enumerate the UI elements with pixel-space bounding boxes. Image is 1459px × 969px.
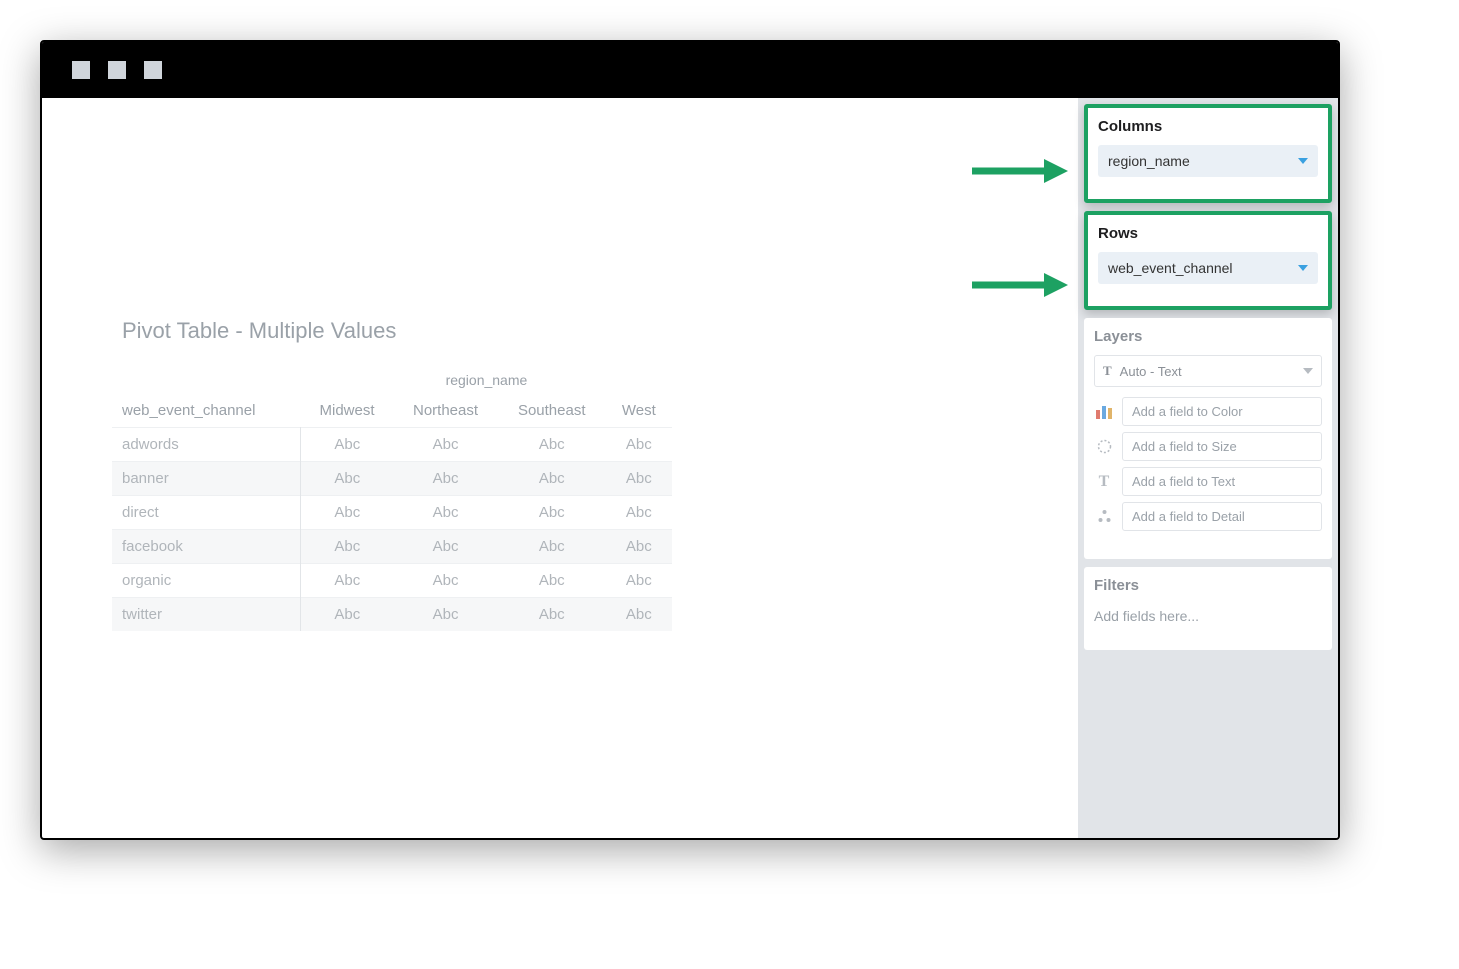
pivot-cell: Abc: [393, 496, 498, 530]
pivot-cell: Abc: [498, 462, 606, 496]
window-control-dot[interactable]: [72, 61, 90, 79]
pivot-cell: Abc: [301, 496, 393, 530]
columns-field-label: region_name: [1108, 153, 1190, 169]
pivot-cell: Abc: [606, 462, 672, 496]
pivot-row-header: organic: [112, 564, 301, 598]
columns-panel-title: Columns: [1098, 118, 1318, 135]
pivot-cell: Abc: [301, 564, 393, 598]
pivot-cell: Abc: [498, 598, 606, 632]
app-window: Pivot Table - Multiple Values region_nam…: [40, 40, 1340, 840]
table-row: bannerAbcAbcAbcAbc: [112, 462, 672, 496]
pivot-column-header: Northeast: [393, 394, 498, 428]
filters-panel: Filters Add fields here...: [1084, 567, 1332, 650]
color-bars-icon: [1094, 405, 1114, 419]
window-control-dot[interactable]: [144, 61, 162, 79]
chart-title: Pivot Table - Multiple Values: [122, 318, 1008, 344]
table-row: adwordsAbcAbcAbcAbc: [112, 428, 672, 462]
rows-field-pill[interactable]: web_event_channel: [1098, 252, 1318, 284]
pivot-cell: Abc: [498, 564, 606, 598]
pivot-cell: Abc: [606, 564, 672, 598]
window-control-dot[interactable]: [108, 61, 126, 79]
table-row: facebookAbcAbcAbcAbc: [112, 530, 672, 564]
pivot-cell: Abc: [606, 598, 672, 632]
layer-type-select[interactable]: T Auto - Text: [1094, 355, 1322, 387]
main-canvas: Pivot Table - Multiple Values region_nam…: [42, 98, 1078, 838]
pivot-cell: Abc: [498, 530, 606, 564]
pivot-cell: Abc: [498, 428, 606, 462]
pivot-row-header: facebook: [112, 530, 301, 564]
annotation-arrow-rows: [968, 270, 1068, 300]
color-field-slot[interactable]: Add a field to Color: [1122, 397, 1322, 426]
chevron-down-icon: [1303, 368, 1313, 374]
pivot-row-header: direct: [112, 496, 301, 530]
pivot-cell: Abc: [606, 530, 672, 564]
size-icon: [1094, 439, 1114, 454]
chevron-down-icon: [1298, 158, 1308, 164]
filters-panel-title: Filters: [1094, 577, 1322, 594]
annotation-arrow-columns: [968, 156, 1068, 186]
pivot-cell: Abc: [301, 462, 393, 496]
table-row: directAbcAbcAbcAbc: [112, 496, 672, 530]
pivot-column-header: Southeast: [498, 394, 606, 428]
pivot-row-field: web_event_channel: [112, 394, 301, 428]
columns-field-pill[interactable]: region_name: [1098, 145, 1318, 177]
table-row: twitterAbcAbcAbcAbc: [112, 598, 672, 632]
text-field-slot[interactable]: Add a field to Text: [1122, 467, 1322, 496]
detail-field-slot[interactable]: Add a field to Detail: [1122, 502, 1322, 531]
columns-panel: Columns region_name: [1084, 104, 1332, 203]
config-sidebar: Columns region_name Rows web_event_chann…: [1078, 98, 1338, 838]
pivot-row-header: twitter: [112, 598, 301, 632]
pivot-column-header: West: [606, 394, 672, 428]
pivot-table: region_name web_event_channel MidwestNor…: [112, 364, 672, 631]
pivot-cell: Abc: [606, 496, 672, 530]
pivot-cell: Abc: [393, 564, 498, 598]
pivot-cell: Abc: [393, 462, 498, 496]
layer-select-label: Auto - Text: [1120, 364, 1182, 379]
pivot-column-header: Midwest: [301, 394, 393, 428]
layers-panel: Layers T Auto - Text Add a field to Colo…: [1084, 318, 1332, 559]
rows-panel: Rows web_event_channel: [1084, 211, 1332, 310]
pivot-column-field: region_name: [301, 364, 672, 394]
layers-panel-title: Layers: [1094, 328, 1322, 345]
pivot-cell: Abc: [393, 530, 498, 564]
pivot-row-header: adwords: [112, 428, 301, 462]
pivot-cell: Abc: [301, 598, 393, 632]
text-icon: T: [1103, 363, 1112, 379]
chevron-down-icon: [1298, 265, 1308, 271]
pivot-row-header: banner: [112, 462, 301, 496]
pivot-cell: Abc: [393, 428, 498, 462]
pivot-cell: Abc: [301, 428, 393, 462]
size-field-slot[interactable]: Add a field to Size: [1122, 432, 1322, 461]
rows-panel-title: Rows: [1098, 225, 1318, 242]
filters-placeholder[interactable]: Add fields here...: [1094, 604, 1322, 628]
table-row: organicAbcAbcAbcAbc: [112, 564, 672, 598]
pivot-cell: Abc: [393, 598, 498, 632]
text-icon: T: [1094, 473, 1114, 491]
pivot-cell: Abc: [301, 530, 393, 564]
pivot-cell: Abc: [606, 428, 672, 462]
rows-field-label: web_event_channel: [1108, 260, 1233, 276]
pivot-cell: Abc: [498, 496, 606, 530]
detail-dots-icon: [1094, 509, 1114, 524]
titlebar: [42, 42, 1338, 98]
